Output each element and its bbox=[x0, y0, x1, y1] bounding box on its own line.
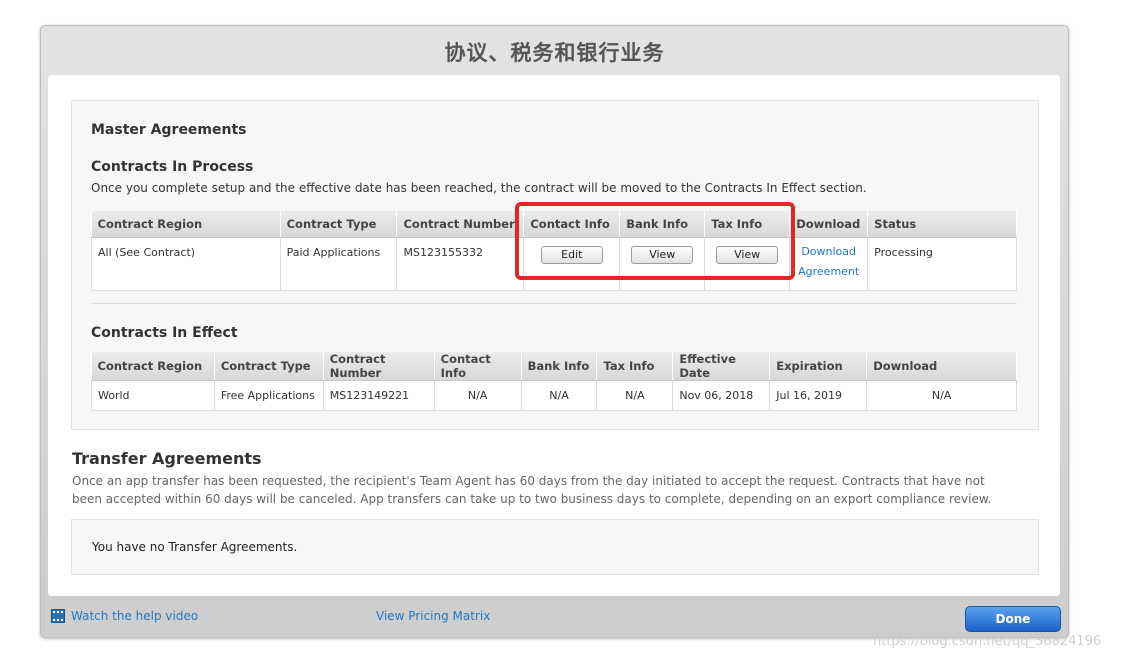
column-header: Tax Info bbox=[596, 352, 674, 381]
view-pricing-matrix-link[interactable]: View Pricing Matrix bbox=[376, 609, 490, 623]
contract-type-cell: Paid Applications bbox=[279, 237, 398, 291]
contracts-in-effect-heading: Contracts In Effect bbox=[91, 325, 238, 341]
bank-info-cell: N/A bbox=[520, 380, 598, 411]
column-header: Contact Info bbox=[434, 352, 522, 381]
contact-info-cell: N/A bbox=[433, 380, 522, 411]
column-header: Contract Region bbox=[91, 211, 281, 238]
contracts-in-process-description: Once you complete setup and the effectiv… bbox=[91, 181, 867, 195]
tax-info-cell: N/A bbox=[596, 380, 674, 411]
column-header: Contract Number bbox=[396, 211, 525, 238]
column-header: Contract Type bbox=[214, 352, 324, 381]
table-header-row: Contract Region Contract Type Contract N… bbox=[91, 352, 1017, 381]
content-panel: Master Agreements Contracts In Process O… bbox=[48, 75, 1060, 596]
column-header: Contract Region bbox=[91, 352, 215, 381]
section-divider bbox=[91, 303, 1017, 304]
contract-number-cell: MS123149221 bbox=[322, 380, 435, 411]
column-header: Download bbox=[789, 211, 869, 238]
contract-region-cell: World bbox=[91, 380, 215, 411]
highlight-box bbox=[515, 202, 795, 280]
status-cell: Processing bbox=[867, 237, 1017, 291]
transfer-agreements-description: Once an app transfer has been requested,… bbox=[72, 474, 992, 506]
column-header: Bank Info bbox=[521, 352, 598, 381]
window-title: 协议、税务和银行业务 bbox=[444, 41, 665, 65]
column-header: Effective Date bbox=[672, 352, 771, 381]
contract-region-cell: All (See Contract) bbox=[91, 237, 281, 291]
column-header: Download bbox=[866, 352, 1017, 381]
watch-help-video-link[interactable]: Watch the help video bbox=[71, 609, 198, 623]
column-header: Contract Number bbox=[323, 352, 435, 381]
expiration-cell: Jul 16, 2019 bbox=[769, 380, 868, 411]
download-cell: Download Agreement bbox=[789, 237, 869, 291]
download-agreement-link[interactable]: Download Agreement bbox=[796, 242, 861, 282]
contract-type-cell: Free Applications bbox=[213, 380, 324, 411]
contracts-in-effect-table: Contract Region Contract Type Contract N… bbox=[91, 352, 1017, 411]
column-header: Status bbox=[867, 211, 1017, 238]
transfer-agreements-heading: Transfer Agreements bbox=[72, 449, 262, 468]
film-icon[interactable] bbox=[51, 609, 65, 623]
master-agreements-heading: Master Agreements bbox=[91, 122, 247, 138]
done-button[interactable]: Done bbox=[965, 606, 1061, 632]
contract-number-cell: MS123155332 bbox=[396, 237, 525, 291]
contracts-in-process-heading: Contracts In Process bbox=[91, 159, 254, 175]
table-row: World Free Applications MS123149221 N/A … bbox=[91, 380, 1017, 411]
no-transfer-agreements-text: You have no Transfer Agreements. bbox=[92, 540, 298, 554]
download-cell: N/A bbox=[866, 380, 1017, 411]
effective-date-cell: Nov 06, 2018 bbox=[672, 380, 771, 411]
agreements-window: 协议、税务和银行业务 Master Agreements Contracts I… bbox=[40, 25, 1069, 638]
watermark-text: https://blog.csdn.net/qq_36824196 bbox=[873, 634, 1102, 649]
column-header: Contract Type bbox=[280, 211, 398, 238]
transfer-agreements-box: You have no Transfer Agreements. bbox=[71, 519, 1039, 575]
column-header: Expiration bbox=[769, 352, 868, 381]
